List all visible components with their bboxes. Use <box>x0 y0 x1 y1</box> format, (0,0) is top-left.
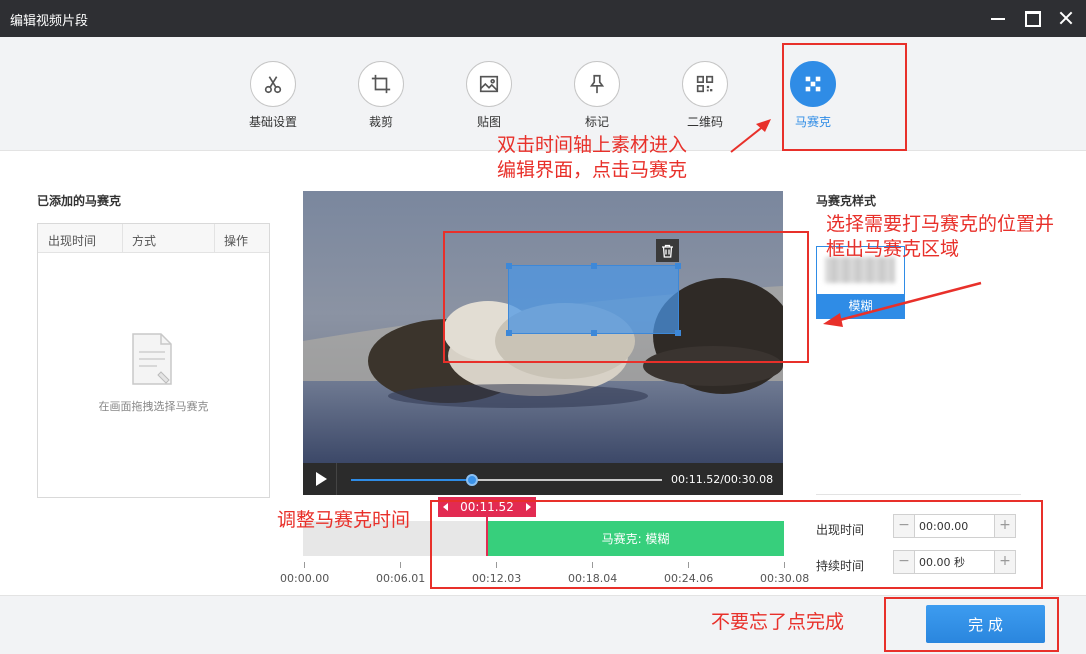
duration-increment[interactable]: + <box>994 551 1015 573</box>
ruler-label: 00:30.08 <box>760 572 810 585</box>
divider <box>816 494 1021 495</box>
arrow-right-icon[interactable] <box>526 503 531 511</box>
progress-fill <box>351 479 473 481</box>
tab-sticker-label: 贴图 <box>476 115 501 129</box>
ruler-label: 00:18.04 <box>568 572 618 585</box>
progress-track[interactable] <box>351 474 662 486</box>
done-button[interactable]: 完 成 <box>926 605 1045 643</box>
resize-handle[interactable] <box>591 263 597 269</box>
annotation-line: 编辑界面，点击马赛克 <box>497 159 688 181</box>
minimize-button[interactable] <box>987 8 1009 28</box>
playhead-tag[interactable]: 00:11.52 <box>438 497 536 517</box>
annotation-select-area: 选择需要打马赛克的位置并 框出马赛克区域 <box>826 212 1054 262</box>
delete-mosaic-button[interactable] <box>656 239 679 262</box>
appear-time-stepper: − + <box>893 514 1016 538</box>
appear-time-decrement[interactable]: − <box>894 515 915 537</box>
tab-sticker[interactable]: 贴图 <box>449 61 529 130</box>
close-button[interactable] <box>1055 8 1077 28</box>
resize-handle[interactable] <box>506 263 512 269</box>
tab-mosaic[interactable]: 马赛克 <box>773 61 853 130</box>
tab-basic-settings[interactable]: 基础设置 <box>233 61 313 130</box>
mosaic-selection-box[interactable] <box>506 263 681 336</box>
scissors-icon <box>250 61 296 107</box>
resize-handle[interactable] <box>675 263 681 269</box>
video-preview[interactable] <box>303 191 783 463</box>
maximize-button[interactable] <box>1021 8 1043 28</box>
tab-qrcode[interactable]: 二维码 <box>665 61 745 130</box>
player-controls: 00:11.52/00:30.08 <box>303 463 783 495</box>
added-mosaic-title: 已添加的马赛克 <box>37 194 122 208</box>
duration-input[interactable] <box>919 554 991 570</box>
appear-time-input[interactable] <box>919 518 991 534</box>
mosaic-style-title: 马赛克样式 <box>816 194 877 208</box>
column-header-action: 操作 <box>224 234 249 248</box>
tab-crop[interactable]: 裁剪 <box>341 61 421 130</box>
ruler-label: 00:12.03 <box>472 572 522 585</box>
empty-hint: 在画面拖拽选择马赛克 <box>98 400 209 413</box>
playhead-time: 00:11.52 <box>460 500 514 514</box>
ruler-label: 00:00.00 <box>280 572 330 585</box>
column-header-time: 出现时间 <box>48 234 97 248</box>
annotation-line: 选择需要打马赛克的位置并 <box>826 213 1055 235</box>
resize-handle[interactable] <box>506 330 512 336</box>
pin-icon <box>574 61 620 107</box>
qrcode-icon <box>682 61 728 107</box>
trash-icon <box>662 244 673 258</box>
image-icon <box>466 61 512 107</box>
tab-mark[interactable]: 标记 <box>557 61 637 130</box>
duration-stepper: − + <box>893 550 1016 574</box>
annotation-line: 框出马赛克区域 <box>826 238 960 260</box>
tab-mark-label: 标记 <box>584 115 609 129</box>
crop-icon <box>358 61 404 107</box>
resize-handle[interactable] <box>591 330 597 336</box>
column-header-mode: 方式 <box>132 234 157 248</box>
appear-time-increment[interactable]: + <box>994 515 1015 537</box>
ruler-tick <box>400 562 401 568</box>
empty-document-icon <box>132 333 172 385</box>
mosaic-clip[interactable]: 马赛克: 模糊 <box>487 521 784 556</box>
annotation-adjust-time: 调整马赛克时间 <box>277 509 411 531</box>
annotation-remember-done: 不要忘了点完成 <box>711 611 845 633</box>
mosaic-table: 出现时间 方式 操作 在画面拖拽选择马赛克 <box>37 223 270 498</box>
appear-time-label: 出现时间 <box>816 523 865 537</box>
tab-crop-label: 裁剪 <box>368 115 393 129</box>
tab-basic-settings-label: 基础设置 <box>248 115 297 129</box>
play-button[interactable] <box>303 463 337 495</box>
annotation-click-mosaic: 双击时间轴上素材进入 编辑界面，点击马赛克 <box>497 133 687 183</box>
ruler-tick <box>592 562 593 568</box>
ruler-tick <box>688 562 689 568</box>
mosaic-style-label: 模糊 <box>817 294 904 318</box>
mosaic-icon <box>790 61 836 107</box>
window-title: 编辑视频片段 <box>10 14 89 29</box>
ruler-tick <box>784 562 785 568</box>
annotation-line: 双击时间轴上素材进入 <box>497 134 688 156</box>
arrow-left-icon[interactable] <box>443 503 448 511</box>
footer <box>0 595 1086 654</box>
title-bar: 编辑视频片段 <box>0 0 1086 37</box>
tab-qrcode-label: 二维码 <box>686 115 723 129</box>
ruler-label: 00:06.01 <box>376 572 426 585</box>
time-display: 00:11.52/00:30.08 <box>671 473 774 486</box>
edit-video-dialog: 编辑视频片段 基础设置 裁剪 贴图 标记 二维码 马赛克 已添加的马赛克 出现时… <box>0 0 1086 654</box>
duration-label: 持续时间 <box>816 559 865 573</box>
ruler-label: 00:24.06 <box>664 572 714 585</box>
ruler-tick <box>496 562 497 568</box>
progress-handle[interactable] <box>466 474 479 486</box>
duration-decrement[interactable]: − <box>894 551 915 573</box>
ruler-tick <box>304 562 305 568</box>
tab-mosaic-label: 马赛克 <box>794 115 831 129</box>
resize-handle[interactable] <box>675 330 681 336</box>
table-header: 出现时间 方式 操作 <box>38 224 269 253</box>
